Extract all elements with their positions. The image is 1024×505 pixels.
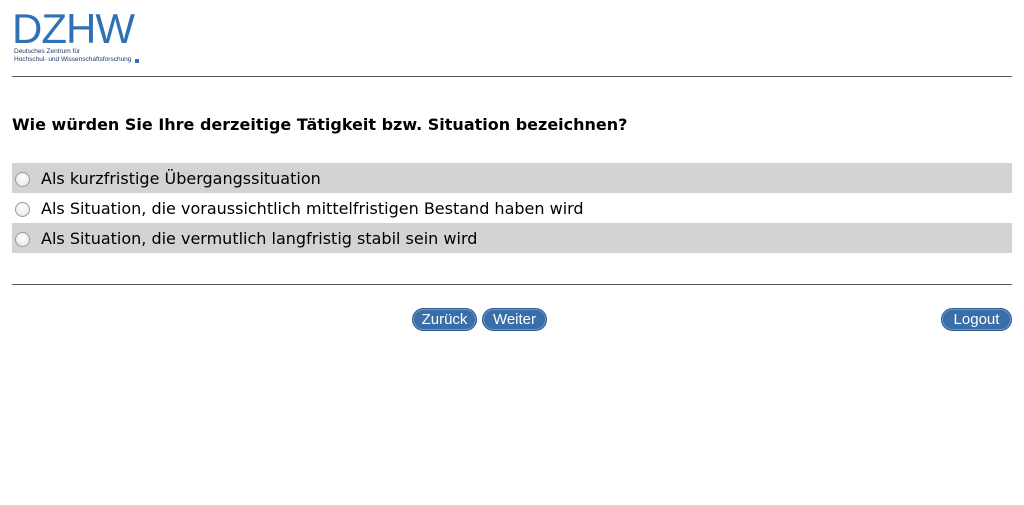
logo-square-icon xyxy=(135,59,139,63)
next-button[interactable]: Weiter xyxy=(482,308,547,331)
dzhw-logo: DZHW Deutsches Zentrum für Hochschul- un… xyxy=(12,8,152,68)
question-text: Wie würden Sie Ihre derzeitige Tätigkeit… xyxy=(12,115,628,134)
radio-button-icon[interactable] xyxy=(15,232,30,247)
logo-wordmark: DZHW xyxy=(12,5,135,52)
back-button[interactable]: Zurück xyxy=(412,308,477,331)
radio-button-icon[interactable] xyxy=(15,202,30,217)
radio-button-icon[interactable] xyxy=(15,172,30,187)
footer-divider xyxy=(12,284,1012,285)
answer-option-label[interactable]: Als Situation, die vermutlich langfristi… xyxy=(41,229,477,248)
answer-option-label[interactable]: Als kurzfristige Übergangssituation xyxy=(41,169,321,188)
answer-option-label[interactable]: Als Situation, die voraussichtlich mitte… xyxy=(41,199,584,218)
answer-options: Als kurzfristige Übergangssituation Als … xyxy=(12,163,1012,253)
header-divider xyxy=(12,76,1012,77)
answer-option[interactable]: Als Situation, die vermutlich langfristi… xyxy=(12,223,1012,253)
logout-button[interactable]: Logout xyxy=(941,308,1012,331)
answer-option[interactable]: Als Situation, die voraussichtlich mitte… xyxy=(12,193,1012,223)
logo-subtitle-line1: Deutsches Zentrum für xyxy=(14,48,81,55)
answer-option[interactable]: Als kurzfristige Übergangssituation xyxy=(12,163,1012,193)
logo-subtitle-line2: Hochschul- und Wissenschaftsforschung xyxy=(14,56,132,63)
